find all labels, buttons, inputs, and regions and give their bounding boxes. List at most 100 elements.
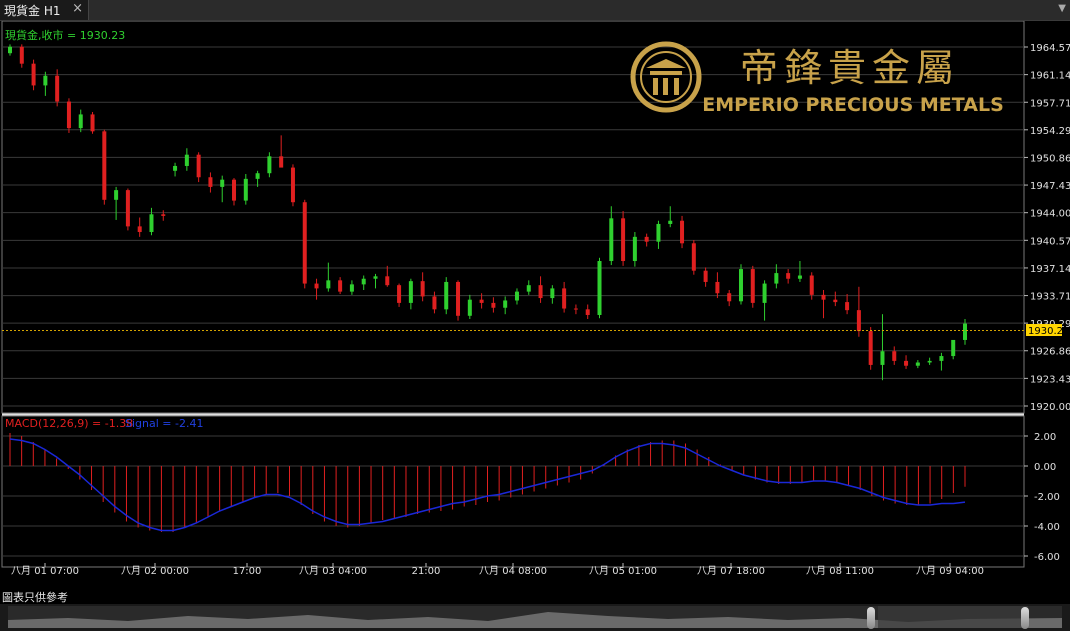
candle-body	[444, 281, 449, 310]
scroll-preview[interactable]	[8, 606, 1062, 628]
candle-body	[373, 276, 378, 279]
candle-body	[939, 356, 944, 361]
price-tick-label: 1954.29	[1030, 126, 1070, 137]
candle-body	[290, 167, 295, 203]
candle	[302, 199, 307, 289]
chart-scrollbar[interactable]	[0, 604, 1070, 631]
candle-body	[845, 302, 850, 311]
price-tick-label: 1950.86	[1030, 153, 1070, 164]
time-tick-label: 八月 04 08:00	[479, 565, 547, 577]
candle	[738, 264, 743, 305]
close-icon[interactable]: ×	[72, 1, 83, 16]
candle-body	[326, 280, 331, 289]
candle-body	[173, 165, 178, 171]
macd-tick-label: 2.00	[1034, 432, 1056, 443]
candle-body	[161, 214, 166, 216]
time-axis: 八月 01 07:00 八月 02 00:00 17:00 八月 03 04:00 21…	[11, 563, 984, 577]
candle-body	[243, 178, 248, 201]
candle	[125, 188, 130, 231]
candle-body	[691, 243, 696, 271]
candle-body	[963, 323, 967, 340]
macd-tick-label: 0.00	[1034, 462, 1056, 473]
candle-body	[585, 309, 590, 315]
price-tick-label: 1957.71	[1030, 98, 1070, 109]
candle-body	[31, 63, 36, 86]
chart-tab[interactable]: 現貨金 H1 ×	[0, 0, 89, 20]
time-tick-label: 八月 07 18:00	[697, 565, 765, 577]
time-tick-label: 21:00	[412, 566, 441, 577]
macd-tick-label: -6.00	[1034, 552, 1060, 563]
chart-area[interactable]: 1964.57 1961.14 1957.71 1954.29 1950.86 1947.…	[0, 20, 1070, 578]
candle-body	[361, 278, 366, 285]
macd-signal-label: Signal = -2.41	[125, 417, 203, 430]
candle-body	[338, 280, 343, 292]
time-tick-label: 八月 05 01:00	[589, 565, 657, 577]
candle-body	[680, 220, 685, 244]
candle-body	[609, 218, 614, 262]
scroll-handle-left[interactable]	[867, 607, 875, 629]
candle-body	[196, 154, 201, 178]
candle-body	[43, 75, 48, 86]
candle-body	[125, 190, 130, 227]
time-tick-label: 八月 08 11:00	[806, 565, 874, 577]
chart-svg[interactable]: 1964.57 1961.14 1957.71 1954.29 1950.86 1947.…	[0, 20, 1070, 578]
candle-body	[408, 281, 413, 303]
candle-body	[668, 220, 673, 224]
candle-body	[314, 283, 319, 289]
price-tick-label: 1944.00	[1030, 209, 1070, 220]
candle-body	[503, 300, 508, 308]
candle-body	[750, 269, 755, 303]
candle-body	[526, 285, 531, 292]
candle-body	[738, 269, 743, 302]
time-tick-label: 八月 01 07:00	[11, 565, 79, 577]
time-tick-label: 八月 02 00:00	[121, 565, 189, 577]
candle	[691, 240, 696, 275]
macd-axis: 2.00 0.00 -2.00 -4.00 -6.00	[1024, 432, 1060, 563]
main-pane-header: 現貨金,收市 = 1930.23	[5, 28, 125, 42]
candle-body	[279, 156, 284, 168]
candle-body	[880, 351, 885, 365]
candle-body	[632, 236, 637, 262]
scroll-handle-right[interactable]	[1021, 607, 1029, 629]
tab-label: 現貨金 H1	[4, 3, 61, 18]
candle-body	[8, 46, 12, 54]
logo-cn-text: 帝鋒貴金屬	[740, 46, 960, 90]
candle-body	[774, 273, 779, 284]
candle-body	[621, 218, 626, 262]
candle-body	[821, 294, 826, 300]
candle-body	[208, 177, 213, 187]
candle-body	[809, 275, 814, 295]
candle	[444, 277, 449, 315]
candle-body	[349, 284, 354, 292]
candle-body	[703, 270, 708, 282]
candle-body	[951, 339, 956, 357]
time-tick-label: 八月 09 04:00	[916, 565, 984, 577]
candle-body	[456, 281, 461, 316]
candle-body	[562, 288, 567, 309]
price-tick-label: 1920.00	[1030, 402, 1070, 413]
candle-body	[467, 299, 472, 316]
candle-body	[55, 75, 60, 102]
time-tick-label: 17:00	[233, 566, 262, 577]
candle-body	[573, 308, 578, 310]
candle-body	[66, 101, 71, 129]
price-tick-label: 1947.43	[1030, 181, 1070, 192]
candle-body	[644, 236, 649, 242]
candle	[597, 257, 602, 319]
chevron-down-icon[interactable]: ▼	[1058, 3, 1066, 14]
candle	[90, 112, 95, 134]
price-tick-label: 1964.57	[1030, 43, 1070, 54]
macd-label: MACD(12,26,9) = -1.38	[5, 417, 133, 430]
candle-body	[915, 362, 920, 366]
price-tag-label: 1930.23	[1028, 326, 1069, 337]
candle-body	[538, 285, 543, 299]
candle-body	[397, 285, 402, 303]
macd-tick-label: -4.00	[1034, 522, 1060, 533]
candle-body	[491, 302, 496, 308]
candle-body	[856, 310, 861, 332]
candle-body	[420, 281, 425, 297]
candle	[102, 129, 107, 205]
candle-body	[19, 46, 24, 64]
candle-body	[656, 223, 661, 242]
candle-body	[220, 179, 225, 187]
